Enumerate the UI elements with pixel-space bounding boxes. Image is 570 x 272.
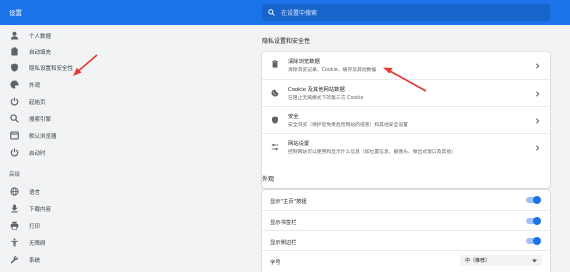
chevron-right-icon xyxy=(536,118,540,124)
row-label: 显示书签栏 xyxy=(270,220,297,226)
site-settings-row[interactable]: 网站设置 控制网站可以使用和显示什么信息（如位置信息、摄像头、弹出式窗口及其他） xyxy=(262,133,550,160)
privacy-card: 清除浏览数据 清除浏览记录、Cookie、缓存及其他数据 Cookie 及其他网… xyxy=(262,52,550,188)
sidebar-item-startup-page[interactable]: 起始页 xyxy=(0,93,96,111)
sidebar-item-label: 起始页 xyxy=(29,100,46,106)
show-bookmarks-bar-row[interactable]: 显示书签栏 xyxy=(262,210,550,230)
palette-icon xyxy=(10,80,19,89)
font-size-select[interactable]: 中（推荐） xyxy=(460,255,542,266)
cookies-row[interactable]: Cookie 及其他网站数据 已阻止无痕模式下的第三方 Cookie xyxy=(262,79,550,106)
appearance-card: 显示"主页"按钮 显示书签栏 显示侧边栏 字号 中（推荐） xyxy=(262,190,550,272)
wrench-icon xyxy=(10,255,18,264)
sidebar-item-label: 启动时 xyxy=(29,151,46,157)
globe-icon xyxy=(10,187,19,196)
chevron-right-icon xyxy=(536,145,540,151)
sidebar-item-label: 语言 xyxy=(29,190,41,196)
show-side-panel-toggle[interactable] xyxy=(526,236,541,245)
font-size-row: 字号 中（推荐） xyxy=(262,250,550,272)
sidebar-item-downloads[interactable]: 下载内容 xyxy=(0,200,96,218)
sidebar-item-default-browser[interactable]: 默认浏览器 xyxy=(0,127,96,145)
chevron-right-icon xyxy=(536,63,540,69)
printer-icon xyxy=(10,221,19,230)
row-title: 安全 xyxy=(288,114,299,120)
download-icon xyxy=(11,204,18,213)
appearance-section-title: 外观 xyxy=(262,176,275,183)
sidebar-item-label: 默认浏览器 xyxy=(29,134,57,140)
sidebar-item-on-startup[interactable]: 启动时 xyxy=(0,144,96,162)
sidebar: 个人数据 自动填充 隐私设置和安全性 外观 起始页 搜索引擎 默认浏览器 启动时… xyxy=(0,25,96,272)
sidebar-item-label: 下载内容 xyxy=(29,207,52,213)
sidebar-item-label: 自动填充 xyxy=(29,50,52,56)
sidebar-item-system[interactable]: 系统 xyxy=(0,251,96,269)
clear-browsing-data-row[interactable]: 清除浏览数据 清除浏览记录、Cookie、缓存及其他数据 xyxy=(262,52,550,79)
person-icon xyxy=(10,31,19,40)
font-size-value: 中（推荐） xyxy=(465,258,491,264)
sidebar-item-label: 个人数据 xyxy=(29,34,52,40)
shield-icon xyxy=(11,63,18,72)
power-icon xyxy=(10,97,19,106)
chevron-right-icon xyxy=(536,91,540,97)
sidebar-item-label: 外观 xyxy=(29,83,41,89)
search-box[interactable]: 在设置中搜索 xyxy=(262,4,550,21)
sidebar-item-label: 打印 xyxy=(29,224,41,230)
row-title: 网站设置 xyxy=(288,141,310,147)
sidebar-item-accessibility[interactable]: 无障碍 xyxy=(0,234,96,252)
search-icon xyxy=(10,114,19,123)
row-title: Cookie 及其他网站数据 xyxy=(288,87,345,93)
search-input[interactable]: 在设置中搜索 xyxy=(281,8,317,17)
sidebar-item-privacy[interactable]: 隐私设置和安全性 xyxy=(0,59,96,77)
show-home-button-toggle[interactable] xyxy=(526,195,541,204)
sidebar-item-label: 搜索引擎 xyxy=(29,117,52,123)
browser-icon xyxy=(10,131,19,140)
show-home-button-row[interactable]: 显示"主页"按钮 xyxy=(262,190,550,210)
row-subtitle: 清除浏览记录、Cookie、缓存及其他数据 xyxy=(288,68,377,73)
row-label: 显示"主页"按钮 xyxy=(270,199,307,205)
row-title: 清除浏览数据 xyxy=(288,59,320,65)
sliders-icon xyxy=(271,143,279,151)
trash-icon xyxy=(271,60,279,68)
sidebar-item-languages[interactable]: 语言 xyxy=(0,183,96,201)
sidebar-item-appearance[interactable]: 外观 xyxy=(0,76,96,94)
cookie-icon xyxy=(271,89,279,97)
search-icon xyxy=(268,9,275,16)
row-subtitle: 控制网站可以使用和显示什么信息（如位置信息、摄像头、弹出式窗口及其他） xyxy=(288,150,456,155)
privacy-section-title: 隐私设置和安全性 xyxy=(262,38,311,45)
show-bookmarks-bar-toggle[interactable] xyxy=(526,216,541,225)
sidebar-item-search-engine[interactable]: 搜索引擎 xyxy=(0,110,96,128)
app-title: 设置 xyxy=(9,9,22,17)
sidebar-item-printing[interactable]: 打印 xyxy=(0,217,96,235)
sidebar-item-label: 无障碍 xyxy=(29,241,46,247)
power-icon xyxy=(10,148,19,157)
shield-icon xyxy=(271,116,279,124)
show-side-panel-row[interactable]: 显示侧边栏 xyxy=(262,230,550,250)
font-size-label: 字号 xyxy=(270,260,281,266)
top-bar: 设置 在设置中搜索 xyxy=(0,0,570,25)
main-content: 隐私设置和安全性 清除浏览数据 清除浏览记录、Cookie、缓存及其他数据 Co… xyxy=(262,25,550,272)
row-subtitle: 安全浏览（保护您免受危险网站的侵害）和其他安全设置 xyxy=(288,123,408,128)
row-label: 显示侧边栏 xyxy=(270,240,297,246)
sidebar-item-label: 隐私设置和安全性 xyxy=(29,66,74,72)
security-row[interactable]: 安全 安全浏览（保护您免受危险网站的侵害）和其他安全设置 xyxy=(262,106,550,133)
clipboard-icon xyxy=(11,47,18,56)
accessibility-icon xyxy=(11,238,18,247)
row-subtitle: 已阻止无痕模式下的第三方 Cookie xyxy=(288,96,364,101)
chevron-down-icon xyxy=(532,259,537,263)
advanced-section-label[interactable]: 高级 xyxy=(9,170,20,178)
sidebar-item-label: 系统 xyxy=(29,258,41,264)
